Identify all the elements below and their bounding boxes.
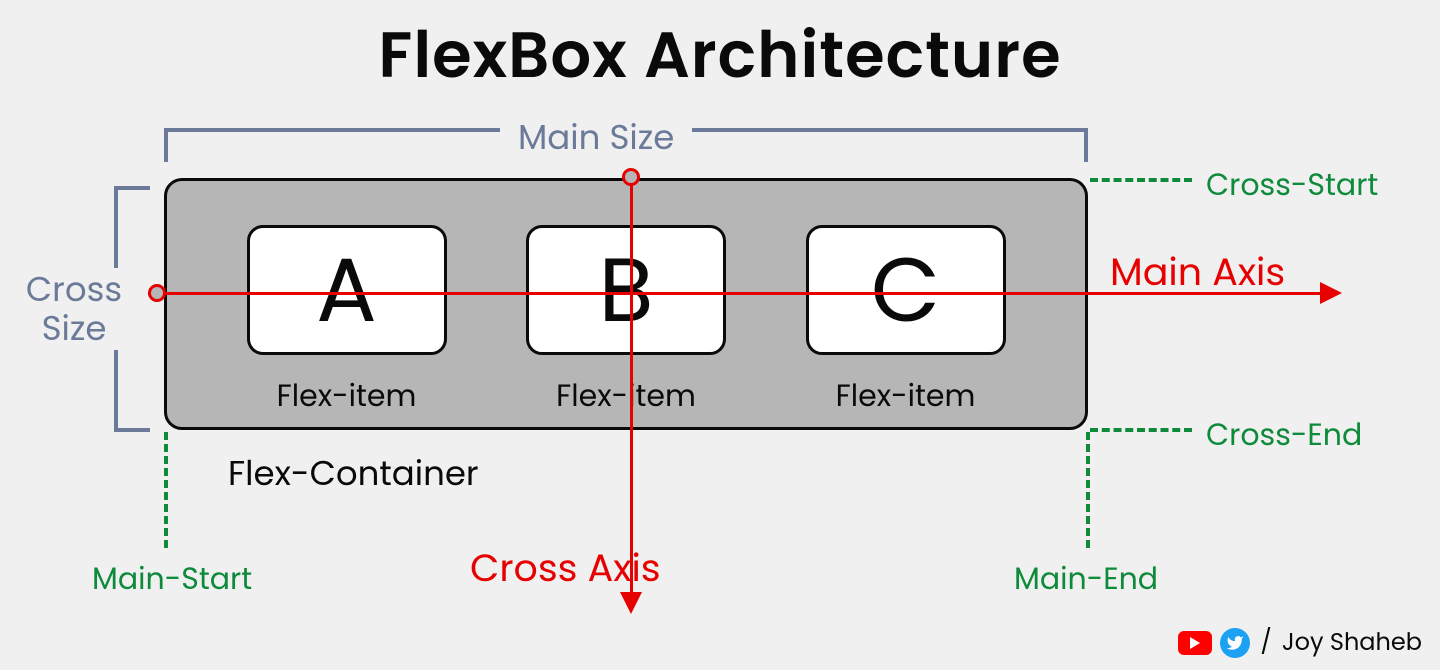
flex-container: A Flex-item B Flex-item C Flex-item [164, 178, 1088, 430]
flex-item-a: A [247, 225, 447, 355]
main-axis-origin-icon [148, 284, 166, 302]
flex-item-letter: A [316, 245, 377, 335]
flex-item-b: B [526, 225, 726, 355]
twitter-bird-icon [1226, 634, 1244, 652]
main-axis-label: Main Axis [1110, 244, 1285, 301]
cross-start-label: Cross-Start [1206, 162, 1378, 208]
cross-start-dash [1090, 178, 1192, 182]
diagram-title: FlexBox Architecture [0, 8, 1440, 103]
cross-axis-label: Cross Axis [470, 540, 661, 597]
cross-axis-origin-icon [622, 168, 640, 186]
flex-item-letter: B [598, 245, 653, 335]
credit-name: Joy Shaheb [1282, 625, 1422, 660]
credit-block: / Joy Shaheb [1178, 625, 1422, 660]
youtube-icon[interactable] [1178, 631, 1212, 655]
flex-item-caption: Flex-item [556, 373, 696, 419]
main-size-label: Main Size [500, 108, 692, 167]
credit-separator: / [1260, 625, 1271, 660]
flex-item-wrapper: C Flex-item [806, 225, 1006, 419]
main-axis-arrowhead-icon [1320, 282, 1342, 304]
main-end-label: Main-End [1014, 556, 1158, 602]
main-start-dash [164, 432, 168, 548]
cross-end-label: Cross-End [1206, 412, 1362, 458]
flex-item-wrapper: A Flex-item [247, 225, 447, 419]
cross-end-dash [1090, 428, 1192, 432]
flex-container-label: Flex-Container [228, 448, 479, 499]
cross-axis-line [630, 170, 633, 600]
flex-item-letter: C [871, 245, 940, 335]
flex-item-caption: Flex-item [277, 373, 417, 419]
twitter-icon[interactable] [1220, 628, 1250, 658]
main-start-label: Main-Start [92, 556, 252, 602]
flex-item-wrapper: B Flex-item [526, 225, 726, 419]
flex-item-c: C [806, 225, 1006, 355]
cross-size-label: CrossSize [12, 268, 136, 350]
diagram-stage: FlexBox Architecture Main Size CrossSize… [0, 0, 1440, 670]
flex-item-caption: Flex-item [836, 373, 976, 419]
main-end-dash [1086, 432, 1090, 548]
